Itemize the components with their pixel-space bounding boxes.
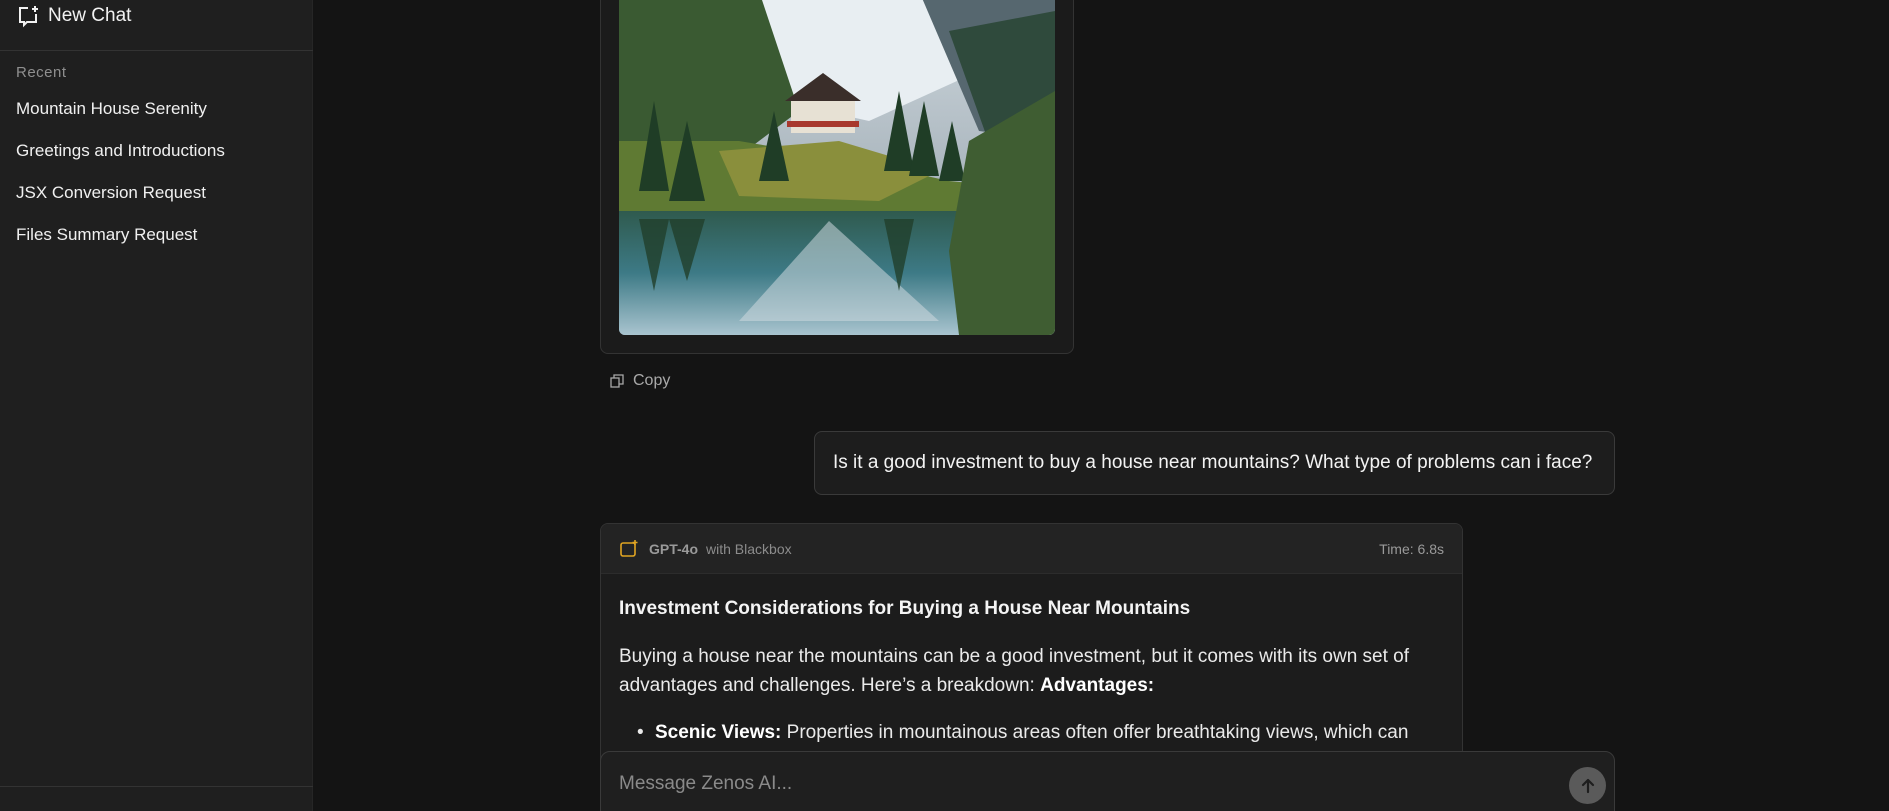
recent-chat-list: Mountain House Serenity Greetings and In… <box>0 90 313 258</box>
user-message: Is it a good investment to buy a house n… <box>814 431 1615 495</box>
chat-area: Copy Is it a good investment to buy a ho… <box>313 0 1889 811</box>
generated-image-card <box>600 0 1074 354</box>
recent-section-label: Recent <box>16 64 67 81</box>
arrow-up-icon <box>1581 778 1594 793</box>
sidebar-item-mountain-house-serenity[interactable]: Mountain House Serenity <box>0 90 313 132</box>
response-list: Scenic Views: Properties in mountainous … <box>619 718 1444 747</box>
sidebar-item-jsx-conversion-request[interactable]: JSX Conversion Request <box>0 174 313 216</box>
list-item: Scenic Views: Properties in mountainous … <box>637 718 1444 747</box>
response-intro-text: Buying a house near the mountains can be… <box>619 646 1410 696</box>
response-intro: Buying a house near the mountains can be… <box>619 642 1444 700</box>
app-window: New Chat Recent Mountain House Serenity … <box>0 0 1889 811</box>
response-advantages-heading: Advantages: <box>1040 675 1155 696</box>
sidebar-divider <box>0 786 313 787</box>
copy-label: Copy <box>633 372 671 389</box>
response-time: Time: 6.8s <box>1379 540 1444 557</box>
model-name: GPT-4o <box>649 540 699 557</box>
sidebar: New Chat Recent Mountain House Serenity … <box>0 0 313 811</box>
message-composer <box>600 751 1615 811</box>
response-body: Investment Considerations for Buying a H… <box>601 574 1462 747</box>
sidebar-item-files-summary-request[interactable]: Files Summary Request <box>0 216 313 258</box>
response-header: GPT-4o with Blackbox Time: 6.8s <box>601 524 1462 574</box>
new-chat-label: New Chat <box>48 5 132 26</box>
copy-icon <box>610 374 624 388</box>
copy-button[interactable]: Copy <box>609 372 670 390</box>
list-item-bold: Scenic Views: <box>655 722 782 743</box>
model-suffix: with Blackbox <box>706 540 792 557</box>
model-icon <box>620 539 638 557</box>
generated-image[interactable] <box>619 0 1055 335</box>
new-chat-button[interactable]: New Chat <box>0 0 313 51</box>
new-chat-icon <box>19 6 38 28</box>
list-item-text: Properties in mountainous areas often of… <box>786 722 1409 743</box>
sidebar-item-greetings-and-introductions[interactable]: Greetings and Introductions <box>0 132 313 174</box>
response-title: Investment Considerations for Buying a H… <box>619 598 1191 619</box>
message-input[interactable] <box>619 767 1559 801</box>
send-button[interactable] <box>1569 767 1606 804</box>
